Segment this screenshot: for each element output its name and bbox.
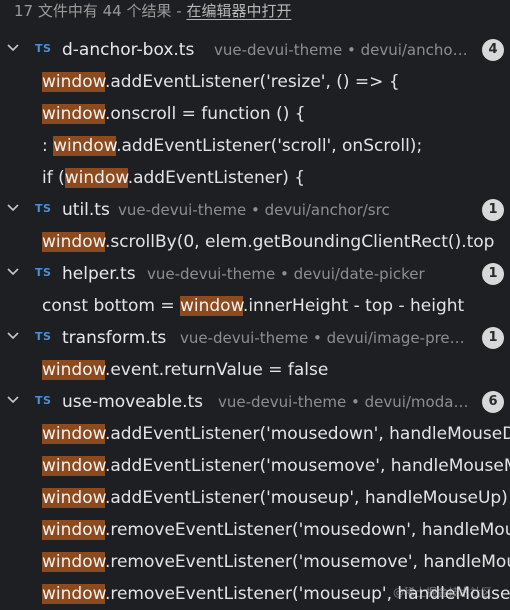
match-count-badge: 1 [482,327,504,349]
match-count-badge: 4 [482,39,504,61]
match-highlight: window [42,72,105,92]
match-line[interactable]: window.removeEventListener('mousedown', … [0,514,510,546]
match-line[interactable]: : window.addEventListener('scroll', onSc… [0,130,510,162]
match-prefix: if ( [42,168,65,188]
match-count-badge: 6 [482,391,504,413]
match-suffix: .scrollBy(0, elem.getBoundingClientRect(… [104,232,495,252]
file-result-row[interactable]: TS use-moveable.ts vue-devui-theme • devui… [0,386,510,418]
chevron-down-icon[interactable] [7,267,19,277]
match-line[interactable]: window.addEventListener('mouseup', handl… [0,482,510,514]
match-line-text: window.addEventListener('mousedown', han… [42,418,510,450]
typescript-file-icon: TS [35,394,52,407]
match-line-text: : window.addEventListener('scroll', onSc… [42,130,422,162]
match-line[interactable]: const bottom = window.innerHeight - top … [0,290,510,322]
match-line-text: window.removeEventListener('mousedown', … [42,514,510,546]
match-line-text: window.addEventListener('resize', () => … [42,66,400,98]
match-suffix: .onscroll = function () { [104,104,306,124]
match-line[interactable]: window.scrollBy(0, elem.getBoundingClien… [0,226,510,258]
file-name: util.ts [62,200,110,220]
typescript-file-icon: TS [35,42,52,55]
file-path: vue-devui-theme • devui/date-picker [147,265,425,283]
match-highlight: window [179,296,243,316]
match-highlight: window [42,104,105,124]
chevron-down-icon[interactable] [7,395,19,405]
chevron-down-icon[interactable] [7,331,19,341]
match-suffix: .addEventListener('mouseup', handleMouse… [104,488,508,508]
file-path: vue-devui-theme • devui/anchor/src [214,41,470,59]
match-count-badge: 1 [482,263,504,285]
match-highlight: window [42,424,105,444]
file-name: use-moveable.ts [62,392,204,412]
match-line-text: window.addEventListener('mouseup', handl… [42,482,508,514]
file-result-row[interactable]: TS transform.ts vue-devui-theme • devui/im… [0,322,510,354]
match-suffix: .removeEventListener('mousemove', handle… [104,552,510,572]
match-line[interactable]: window.addEventListener('mousemove', han… [0,450,510,482]
file-result-row[interactable]: TS util.ts vue-devui-theme • devui/anchor/… [0,194,510,226]
match-suffix: .addEventListener('mousedown', handleMou… [104,424,510,444]
match-line[interactable]: window.addEventListener('mousedown', han… [0,418,510,450]
match-suffix: .innerHeight - top - height [242,296,465,316]
match-line-text: if (window.addEventListener) { [42,162,305,194]
match-suffix: .addEventListener('mousemove', handleMou… [104,456,510,476]
match-prefix: const bottom = [42,296,180,316]
match-highlight: window [42,584,105,604]
watermark: @稀土掘金技术社区 [393,586,492,599]
open-in-editor-link[interactable]: 在编辑器中打开 [186,2,291,20]
file-result-row[interactable]: TS helper.ts vue-devui-theme • devui/date-… [0,258,510,290]
typescript-file-icon: TS [35,202,52,215]
match-highlight: window [42,232,105,252]
match-line[interactable]: window.event.returnValue = false [0,354,510,386]
search-results-tree: TS d-anchor-box.ts vue-devui-theme • devui… [0,34,510,610]
match-line[interactable]: if (window.addEventListener) { [0,162,510,194]
results-count-text: 17 文件中有 44 个结果 - [14,2,187,20]
match-line-text: window.addEventListener('mousemove', han… [42,450,510,482]
typescript-file-icon: TS [35,266,52,279]
match-highlight: window [42,520,105,540]
match-highlight: window [42,488,105,508]
match-highlight: window [42,552,105,572]
match-line[interactable]: window.addEventListener('resize', () => … [0,66,510,98]
match-highlight: window [64,168,128,188]
chevron-down-icon[interactable] [7,43,19,53]
match-suffix: .addEventListener('resize', () => { [104,72,400,92]
match-count-badge: 1 [482,199,504,221]
match-highlight: window [53,136,117,156]
file-path: vue-devui-theme • devui/image-preview [180,329,470,347]
match-line-text: window.scrollBy(0, elem.getBoundingClien… [42,226,494,258]
match-suffix: .addEventListener('scroll', onScroll); [116,136,423,156]
file-name: d-anchor-box.ts [62,40,195,60]
match-line[interactable]: window.onscroll = function () { [0,98,510,130]
match-highlight: window [42,456,105,476]
match-suffix: .event.returnValue = false [104,360,329,380]
file-path: vue-devui-theme • devui/modal/src [218,393,470,411]
match-suffix: .removeEventListener('mousedown', handle… [104,520,510,540]
typescript-file-icon: TS [35,330,52,343]
file-name: transform.ts [62,328,167,348]
match-line-text: const bottom = window.innerHeight - top … [42,290,464,322]
file-name: helper.ts [62,264,136,284]
match-line-text: window.event.returnValue = false [42,354,328,386]
file-path: vue-devui-theme • devui/anchor/src [118,201,390,219]
match-line-text: window.removeEventListener('mousemove', … [42,546,510,578]
match-line-text: window.onscroll = function () { [42,98,306,130]
match-line[interactable]: window.removeEventListener('mousemove', … [0,546,510,578]
match-highlight: window [42,360,105,380]
file-result-row[interactable]: TS d-anchor-box.ts vue-devui-theme • devui… [0,34,510,66]
chevron-down-icon[interactable] [7,203,19,213]
match-suffix: .addEventListener) { [127,168,306,188]
match-prefix: : [42,136,54,156]
search-results-summary: 17 文件中有 44 个结果 - 在编辑器中打开 [14,0,291,24]
